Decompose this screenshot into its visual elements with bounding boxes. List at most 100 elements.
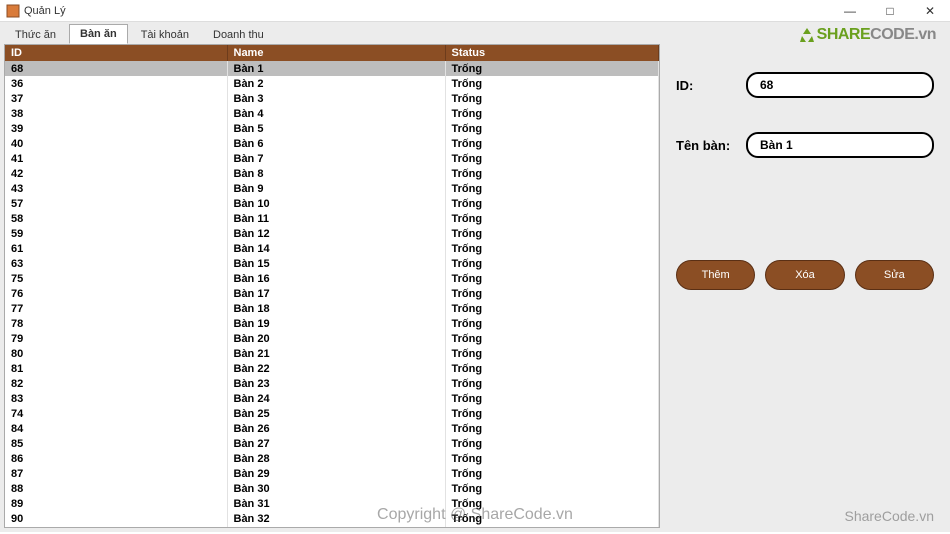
cell-name: Bàn 2 <box>227 76 445 91</box>
tab-0[interactable]: Thức ăn <box>4 24 67 44</box>
tables-grid: IDNameStatus 68Bàn 1Trống36Bàn 2Trống37B… <box>5 45 659 527</box>
table-row[interactable]: 79Bàn 20Trống <box>5 331 659 346</box>
minimize-button[interactable]: — <box>830 0 870 22</box>
cell-status: Trống <box>445 181 659 196</box>
cell-id: 89 <box>5 496 227 511</box>
cell-name: Bàn 12 <box>227 226 445 241</box>
table-row[interactable]: 84Bàn 26Trống <box>5 421 659 436</box>
cell-name: Bàn 29 <box>227 466 445 481</box>
cell-status: Trống <box>445 391 659 406</box>
cell-status: Trống <box>445 136 659 151</box>
cell-name: Bàn 3 <box>227 91 445 106</box>
table-row[interactable]: 40Bàn 6Trống <box>5 136 659 151</box>
table-row[interactable]: 78Bàn 19Trống <box>5 316 659 331</box>
table-row[interactable]: 43Bàn 9Trống <box>5 181 659 196</box>
cell-name: Bàn 27 <box>227 436 445 451</box>
table-row[interactable]: 91Bàn 36Trống <box>5 526 659 527</box>
table-row[interactable]: 74Bàn 25Trống <box>5 406 659 421</box>
table-row[interactable]: 86Bàn 28Trống <box>5 451 659 466</box>
tab-1[interactable]: Bàn ăn <box>69 24 128 44</box>
cell-id: 63 <box>5 256 227 271</box>
table-row[interactable]: 81Bàn 22Trống <box>5 361 659 376</box>
cell-name: Bàn 28 <box>227 451 445 466</box>
name-input[interactable] <box>746 132 934 158</box>
grid-scroll[interactable]: IDNameStatus 68Bàn 1Trống36Bàn 2Trống37B… <box>5 45 659 527</box>
table-row[interactable]: 36Bàn 2Trống <box>5 76 659 91</box>
cell-status: Trống <box>445 301 659 316</box>
cell-status: Trống <box>445 196 659 211</box>
table-row[interactable]: 90Bàn 32Trống <box>5 511 659 526</box>
cell-name: Bàn 15 <box>227 256 445 271</box>
table-row[interactable]: 37Bàn 3Trống <box>5 91 659 106</box>
table-row[interactable]: 38Bàn 4Trống <box>5 106 659 121</box>
close-button[interactable]: ✕ <box>910 0 950 22</box>
table-row[interactable]: 89Bàn 31Trống <box>5 496 659 511</box>
col-header-0[interactable]: ID <box>5 45 227 61</box>
watermark-bottom: ShareCode.vn <box>844 508 934 524</box>
table-row[interactable]: 75Bàn 16Trống <box>5 271 659 286</box>
cell-id: 86 <box>5 451 227 466</box>
recycle-icon <box>799 27 815 43</box>
cell-name: Bàn 7 <box>227 151 445 166</box>
cell-status: Trống <box>445 511 659 526</box>
table-row[interactable]: 76Bàn 17Trống <box>5 286 659 301</box>
cell-id: 41 <box>5 151 227 166</box>
table-row[interactable]: 77Bàn 18Trống <box>5 301 659 316</box>
cell-name: Bàn 10 <box>227 196 445 211</box>
form-panel: ID: Tên bàn: Thêm Xóa Sửa <box>662 24 948 530</box>
add-button[interactable]: Thêm <box>676 260 755 290</box>
cell-id: 59 <box>5 226 227 241</box>
cell-status: Trống <box>445 226 659 241</box>
cell-name: Bàn 9 <box>227 181 445 196</box>
cell-id: 87 <box>5 466 227 481</box>
table-row[interactable]: 80Bàn 21Trống <box>5 346 659 361</box>
cell-name: Bàn 1 <box>227 61 445 76</box>
cell-name: Bàn 20 <box>227 331 445 346</box>
name-label: Tên bàn: <box>676 138 746 153</box>
cell-id: 88 <box>5 481 227 496</box>
cell-name: Bàn 4 <box>227 106 445 121</box>
table-row[interactable]: 39Bàn 5Trống <box>5 121 659 136</box>
cell-name: Bàn 18 <box>227 301 445 316</box>
cell-status: Trống <box>445 481 659 496</box>
cell-id: 80 <box>5 346 227 361</box>
maximize-button[interactable]: □ <box>870 0 910 22</box>
cell-id: 36 <box>5 76 227 91</box>
grid-wrap: IDNameStatus 68Bàn 1Trống36Bàn 2Trống37B… <box>4 44 660 528</box>
table-row[interactable]: 68Bàn 1Trống <box>5 61 659 76</box>
cell-status: Trống <box>445 316 659 331</box>
table-row[interactable]: 57Bàn 10Trống <box>5 196 659 211</box>
cell-status: Trống <box>445 121 659 136</box>
table-row[interactable]: 83Bàn 24Trống <box>5 391 659 406</box>
col-header-1[interactable]: Name <box>227 45 445 61</box>
edit-button[interactable]: Sửa <box>855 260 934 290</box>
table-row[interactable]: 61Bàn 14Trống <box>5 241 659 256</box>
id-input[interactable] <box>746 72 934 98</box>
tab-3[interactable]: Doanh thu <box>202 24 275 44</box>
col-header-2[interactable]: Status <box>445 45 659 61</box>
cell-id: 68 <box>5 61 227 76</box>
table-row[interactable]: 59Bàn 12Trống <box>5 226 659 241</box>
tab-2[interactable]: Tài khoản <box>130 24 200 44</box>
cell-name: Bàn 26 <box>227 421 445 436</box>
table-row[interactable]: 82Bàn 23Trống <box>5 376 659 391</box>
cell-name: Bàn 31 <box>227 496 445 511</box>
cell-name: Bàn 23 <box>227 376 445 391</box>
cell-status: Trống <box>445 451 659 466</box>
table-row[interactable]: 85Bàn 27Trống <box>5 436 659 451</box>
app-icon <box>6 4 20 18</box>
cell-status: Trống <box>445 151 659 166</box>
delete-button[interactable]: Xóa <box>765 260 844 290</box>
table-row[interactable]: 41Bàn 7Trống <box>5 151 659 166</box>
table-row[interactable]: 87Bàn 29Trống <box>5 466 659 481</box>
cell-id: 79 <box>5 331 227 346</box>
watermark-logo: SHARECODE.vn <box>799 26 936 44</box>
cell-status: Trống <box>445 331 659 346</box>
table-row[interactable]: 58Bàn 11Trống <box>5 211 659 226</box>
table-row[interactable]: 42Bàn 8Trống <box>5 166 659 181</box>
cell-status: Trống <box>445 286 659 301</box>
table-row[interactable]: 63Bàn 15Trống <box>5 256 659 271</box>
cell-status: Trống <box>445 211 659 226</box>
cell-name: Bàn 17 <box>227 286 445 301</box>
table-row[interactable]: 88Bàn 30Trống <box>5 481 659 496</box>
